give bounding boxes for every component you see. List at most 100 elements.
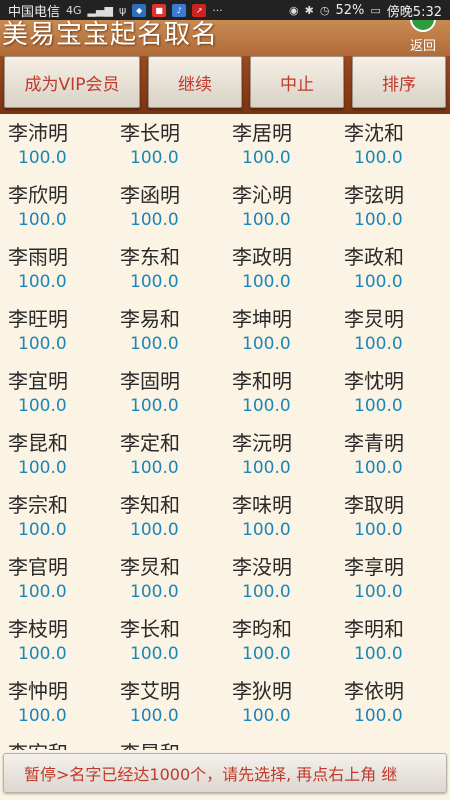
name-score: 100.0 xyxy=(242,582,291,602)
name-cell[interactable]: 李政和 100.0 xyxy=(344,240,450,302)
name-text: 李政和 xyxy=(344,245,404,269)
name-text: 李坤明 xyxy=(232,307,292,331)
name-cell[interactable]: 李官明 100.0 xyxy=(8,550,120,612)
name-cell[interactable]: 李沛明 100.0 xyxy=(8,116,120,178)
name-text: 李固明 xyxy=(120,369,180,393)
name-cell[interactable]: 李取明 100.0 xyxy=(344,488,450,550)
name-text: 李易和 xyxy=(120,307,180,331)
name-text: 李欣明 xyxy=(8,183,68,207)
name-text: 李明和 xyxy=(344,617,404,641)
name-score: 100.0 xyxy=(130,582,179,602)
name-text: 李昇和 xyxy=(120,740,232,750)
name-cell[interactable]: 李枝明 100.0 xyxy=(8,612,120,674)
name-cell[interactable]: 李昇和 xyxy=(120,736,232,750)
news-app-icon: ■ xyxy=(152,3,167,17)
name-cell[interactable]: 李政明 100.0 xyxy=(232,240,344,302)
name-text: 李昆和 xyxy=(8,431,68,455)
name-cell[interactable]: 李忡明 100.0 xyxy=(8,674,120,736)
name-text: 李沅明 xyxy=(232,431,292,455)
name-cell[interactable]: 李长和 100.0 xyxy=(120,612,232,674)
name-cell[interactable]: 李宗和 100.0 xyxy=(8,488,120,550)
name-cell[interactable]: 李炅和 100.0 xyxy=(120,550,232,612)
name-cell[interactable]: 李昆和 100.0 xyxy=(8,426,120,488)
eye-icon: ◉ xyxy=(289,3,299,17)
name-score: 100.0 xyxy=(242,458,291,478)
name-text: 李沁明 xyxy=(232,183,292,207)
bluetooth-icon: ✱ xyxy=(304,3,314,17)
name-text: 李弦明 xyxy=(344,183,404,207)
alarm-icon: ◷ xyxy=(319,3,330,17)
name-cell[interactable]: 李依明 100.0 xyxy=(344,674,450,736)
name-score: 100.0 xyxy=(242,706,291,726)
name-grid: 李沛明 100.0 李长明 100.0 李居明 100.0 李沈和 100.0 李欣明 100.0… xyxy=(0,116,450,750)
name-score: 100.0 xyxy=(18,272,67,292)
sort-button[interactable]: 排序 xyxy=(352,56,446,108)
name-score: 100.0 xyxy=(18,334,67,354)
name-cell[interactable]: 李忱明 100.0 xyxy=(344,364,450,426)
name-cell[interactable]: 李享明 100.0 xyxy=(344,550,450,612)
name-cell[interactable]: 李青明 100.0 xyxy=(344,426,450,488)
music-app-icon: ♪ xyxy=(172,3,187,17)
name-text: 李宜明 xyxy=(8,369,68,393)
name-text: 李长和 xyxy=(120,617,180,641)
name-score: 100.0 xyxy=(18,148,67,168)
name-text: 李忡明 xyxy=(8,679,68,703)
vip-button[interactable]: 成为VIP会员 xyxy=(4,56,140,108)
name-cell[interactable]: 李昀和 100.0 xyxy=(232,612,344,674)
stop-button[interactable]: 中止 xyxy=(250,56,344,108)
name-text: 李旺明 xyxy=(8,307,68,331)
name-cell[interactable]: 李函明 100.0 xyxy=(120,178,232,240)
name-cell[interactable]: 李定和 100.0 xyxy=(120,426,232,488)
name-cell[interactable]: 李沈和 100.0 xyxy=(344,116,450,178)
name-cell[interactable]: 李弦明 100.0 xyxy=(344,178,450,240)
name-score: 100.0 xyxy=(18,706,67,726)
name-cell[interactable]: 李坤明 100.0 xyxy=(232,302,344,364)
name-text: 李函明 xyxy=(120,183,180,207)
name-text: 李青明 xyxy=(344,431,404,455)
name-text: 李定和 xyxy=(120,431,180,455)
name-score: 100.0 xyxy=(130,334,179,354)
name-cell[interactable]: 李知和 100.0 xyxy=(120,488,232,550)
name-score: 100.0 xyxy=(18,582,67,602)
battery-icon: ▭ xyxy=(370,3,381,17)
name-text: 李知和 xyxy=(120,493,180,517)
name-cell[interactable]: 李雨明 100.0 xyxy=(8,240,120,302)
name-text: 李政明 xyxy=(232,245,292,269)
back-button[interactable]: 返回 xyxy=(406,20,440,56)
name-score: 100.0 xyxy=(354,644,403,664)
name-text: 李取明 xyxy=(344,493,404,517)
name-cell[interactable]: 李味明 100.0 xyxy=(232,488,344,550)
name-score: 100.0 xyxy=(242,334,291,354)
name-score: 100.0 xyxy=(18,210,67,230)
continue-button[interactable]: 继续 xyxy=(148,56,242,108)
name-score: 100.0 xyxy=(354,272,403,292)
name-cell[interactable]: 李和明 100.0 xyxy=(232,364,344,426)
name-score: 100.0 xyxy=(130,396,179,416)
name-cell[interactable]: 李东和 100.0 xyxy=(120,240,232,302)
name-cell[interactable]: 李欣明 100.0 xyxy=(8,178,120,240)
name-score: 100.0 xyxy=(354,148,403,168)
name-score: 100.0 xyxy=(18,458,67,478)
name-score: 100.0 xyxy=(354,582,403,602)
name-cell[interactable]: 李艾明 100.0 xyxy=(120,674,232,736)
name-score: 100.0 xyxy=(18,396,67,416)
name-text: 李宏和 xyxy=(8,740,120,750)
pause-notice[interactable]: 暂停>名字已经达1000个，请先选择, 再点右上角 继 xyxy=(3,753,447,793)
name-cell[interactable]: 李宜明 100.0 xyxy=(8,364,120,426)
name-cell[interactable]: 李居明 100.0 xyxy=(232,116,344,178)
name-text: 李狄明 xyxy=(232,679,292,703)
name-cell[interactable]: 李沁明 100.0 xyxy=(232,178,344,240)
name-cell[interactable]: 李固明 100.0 xyxy=(120,364,232,426)
name-cell[interactable]: 李明和 100.0 xyxy=(344,612,450,674)
name-cell[interactable]: 李没明 100.0 xyxy=(232,550,344,612)
name-cell[interactable]: 李易和 100.0 xyxy=(120,302,232,364)
name-score: 100.0 xyxy=(242,148,291,168)
name-cell[interactable]: 李沅明 100.0 xyxy=(232,426,344,488)
carrier-label: 中国电信 xyxy=(8,4,61,20)
name-cell[interactable]: 李炅明 100.0 xyxy=(344,302,450,364)
name-cell[interactable]: 李狄明 100.0 xyxy=(232,674,344,736)
name-cell[interactable]: 李宏和 xyxy=(8,736,120,750)
name-cell[interactable]: 李旺明 100.0 xyxy=(8,302,120,364)
name-score: 100.0 xyxy=(242,272,291,292)
name-cell[interactable]: 李长明 100.0 xyxy=(120,116,232,178)
